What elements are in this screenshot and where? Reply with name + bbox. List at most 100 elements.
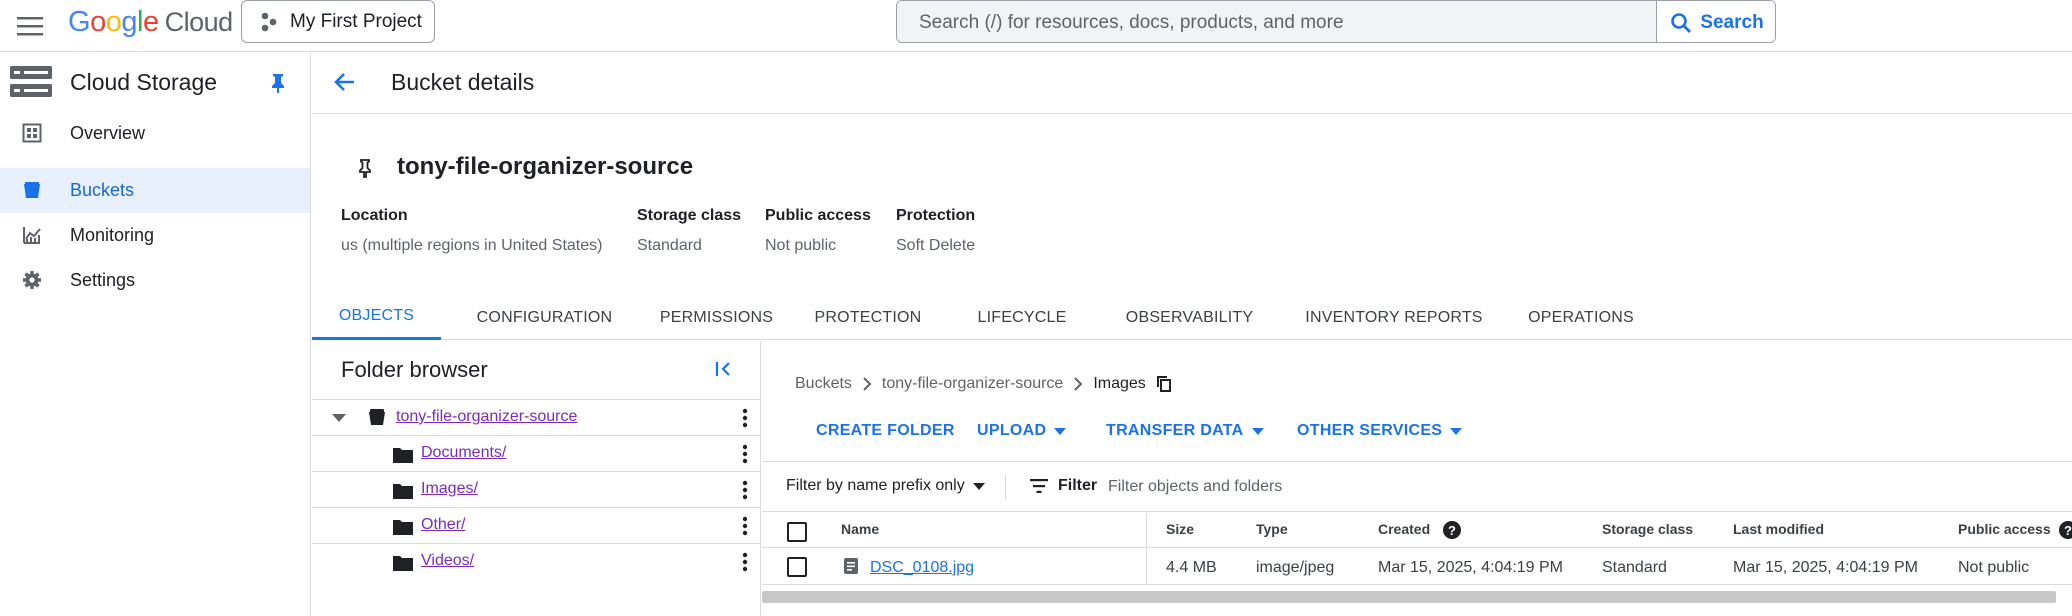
folder-tree-item[interactable]: Documents/ — [312, 435, 760, 471]
folder-tree-item[interactable]: Images/ — [312, 471, 760, 507]
caret-down-icon[interactable] — [332, 414, 346, 422]
sidebar-item-label: Overview — [70, 123, 146, 143]
bucket-name: tony-file-organizer-source — [397, 153, 694, 180]
tab-protection[interactable]: PROTECTION — [806, 295, 930, 340]
sidebar-item-settings[interactable]: Settings — [0, 258, 310, 303]
chevron-right-icon — [1074, 377, 1083, 391]
column-header-last-modified[interactable]: Last modified — [1733, 521, 1824, 537]
folder-link[interactable]: Documents/ — [421, 444, 506, 462]
file-icon — [844, 558, 858, 574]
search-input[interactable] — [897, 1, 1657, 42]
sidebar-item-monitoring[interactable]: Monitoring — [0, 213, 310, 258]
sidebar-item-overview[interactable]: Overview — [0, 111, 310, 156]
tab-lifecycle[interactable]: LIFECYCLE — [967, 295, 1077, 340]
more-vert-icon[interactable] — [742, 552, 748, 572]
folder-link[interactable]: Other/ — [421, 516, 465, 534]
gear-icon — [22, 270, 42, 290]
help-icon[interactable]: ? — [2058, 520, 2072, 540]
folder-icon — [393, 448, 413, 463]
folder-link[interactable]: Images/ — [421, 480, 478, 498]
table-row[interactable]: DSC_0108.jpg 4.4 MB image/jpeg Mar 15, 2… — [762, 549, 2072, 585]
storage-class-value: Standard — [637, 237, 702, 254]
filter-mode-label: Filter by name prefix only — [786, 477, 965, 494]
search-icon — [1671, 12, 1692, 33]
column-header-public-access[interactable]: Public access — [1958, 521, 2051, 537]
project-name: My First Project — [290, 10, 422, 32]
public-access-value: Not public — [765, 237, 837, 254]
google-cloud-logo[interactable]: Google Cloud — [68, 6, 233, 38]
horizontal-scrollbar[interactable] — [762, 591, 2056, 603]
storage-class-label: Storage class — [637, 207, 742, 224]
upload-button[interactable]: UPLOAD — [977, 420, 1067, 442]
object-created: Mar 15, 2025, 4:04:19 PM — [1378, 559, 1563, 576]
folder-link[interactable]: Videos/ — [421, 552, 474, 570]
create-folder-button[interactable]: CREATE FOLDER — [816, 420, 955, 442]
select-all-checkbox[interactable] — [787, 522, 807, 542]
object-type: image/jpeg — [1256, 559, 1335, 576]
row-checkbox[interactable] — [787, 557, 807, 577]
chart-icon — [22, 225, 42, 245]
page-title: Bucket details — [391, 69, 535, 95]
folder-tree-bucket[interactable]: tony-file-organizer-source — [312, 399, 760, 435]
product-title: Cloud Storage — [70, 69, 218, 95]
column-header-size[interactable]: Size — [1166, 521, 1194, 537]
logo-letter: G — [68, 6, 91, 38]
objects-table: Name Size Type Created ? Storage class L… — [762, 513, 2072, 585]
back-arrow-icon[interactable] — [332, 69, 362, 99]
transfer-data-button[interactable]: TRANSFER DATA — [1106, 420, 1264, 442]
filter-mode-select[interactable]: Filter by name prefix only — [786, 477, 985, 495]
more-vert-icon[interactable] — [742, 408, 748, 428]
menu-icon[interactable] — [10, 6, 50, 46]
breadcrumb-buckets[interactable]: Buckets — [795, 375, 852, 393]
other-services-button[interactable]: OTHER SERVICES — [1297, 420, 1463, 442]
search-button[interactable]: Search — [1657, 1, 1775, 42]
sidebar: Cloud Storage Overview Buckets Monitorin… — [0, 53, 311, 616]
top-bar: Google Cloud My First Project Search — [0, 0, 2072, 52]
collapse-panel-icon[interactable] — [714, 359, 734, 379]
pin-icon[interactable] — [270, 73, 286, 93]
filter-input[interactable] — [1108, 474, 1508, 500]
logo-letter: e — [142, 6, 159, 38]
transfer-data-label: TRANSFER DATA — [1106, 422, 1244, 439]
divider — [1005, 474, 1006, 500]
column-header-storage-class[interactable]: Storage class — [1602, 521, 1693, 537]
more-vert-icon[interactable] — [742, 480, 748, 500]
folder-tree-item[interactable]: Videos/ — [312, 543, 760, 579]
breadcrumb-bucket[interactable]: tony-file-organizer-source — [882, 375, 1063, 393]
protection-label: Protection — [896, 207, 976, 224]
object-storage-class: Standard — [1602, 559, 1667, 576]
folder-tree-item[interactable]: Other/ — [312, 507, 760, 543]
column-header-created[interactable]: Created — [1378, 521, 1430, 537]
tab-objects[interactable]: OBJECTS — [312, 295, 441, 340]
object-size: 4.4 MB — [1166, 559, 1217, 576]
tab-permissions[interactable]: PERMISSIONS — [647, 295, 786, 340]
sidebar-item-buckets[interactable]: Buckets — [0, 168, 310, 213]
tab-operations[interactable]: OPERATIONS — [1516, 295, 1646, 340]
more-vert-icon[interactable] — [742, 516, 748, 536]
folder-icon — [393, 556, 413, 571]
tab-inventory-reports[interactable]: INVENTORY REPORTS — [1294, 295, 1494, 340]
project-picker[interactable]: My First Project — [241, 0, 435, 43]
folder-icon — [393, 520, 413, 535]
other-services-label: OTHER SERVICES — [1297, 422, 1443, 439]
more-vert-icon[interactable] — [742, 444, 748, 464]
breadcrumb: Buckets tony-file-organizer-source Image… — [795, 372, 1172, 396]
filter-list-icon — [1030, 479, 1048, 493]
tab-observability[interactable]: OBSERVABILITY — [1112, 295, 1267, 340]
object-public-access: Not public — [1958, 559, 2030, 576]
column-header-name[interactable]: Name — [841, 521, 879, 537]
caret-down-icon — [1054, 427, 1067, 435]
pin-outline-icon[interactable] — [357, 158, 373, 178]
filter-button[interactable]: Filter — [1030, 477, 1097, 495]
filter-button-label: Filter — [1058, 477, 1098, 494]
copy-icon[interactable] — [1156, 375, 1172, 393]
object-name-link[interactable]: DSC_0108.jpg — [870, 559, 974, 577]
table-header: Name Size Type Created ? Storage class L… — [762, 513, 2072, 548]
column-header-type[interactable]: Type — [1256, 521, 1288, 537]
help-icon[interactable]: ? — [1442, 520, 1462, 540]
folder-tree-bucket-link[interactable]: tony-file-organizer-source — [396, 408, 577, 426]
caret-down-icon — [1251, 427, 1264, 435]
breadcrumb-current: Images — [1093, 375, 1146, 392]
tab-configuration[interactable]: CONFIGURATION — [462, 295, 627, 340]
svg-text:?: ? — [2064, 523, 2072, 538]
